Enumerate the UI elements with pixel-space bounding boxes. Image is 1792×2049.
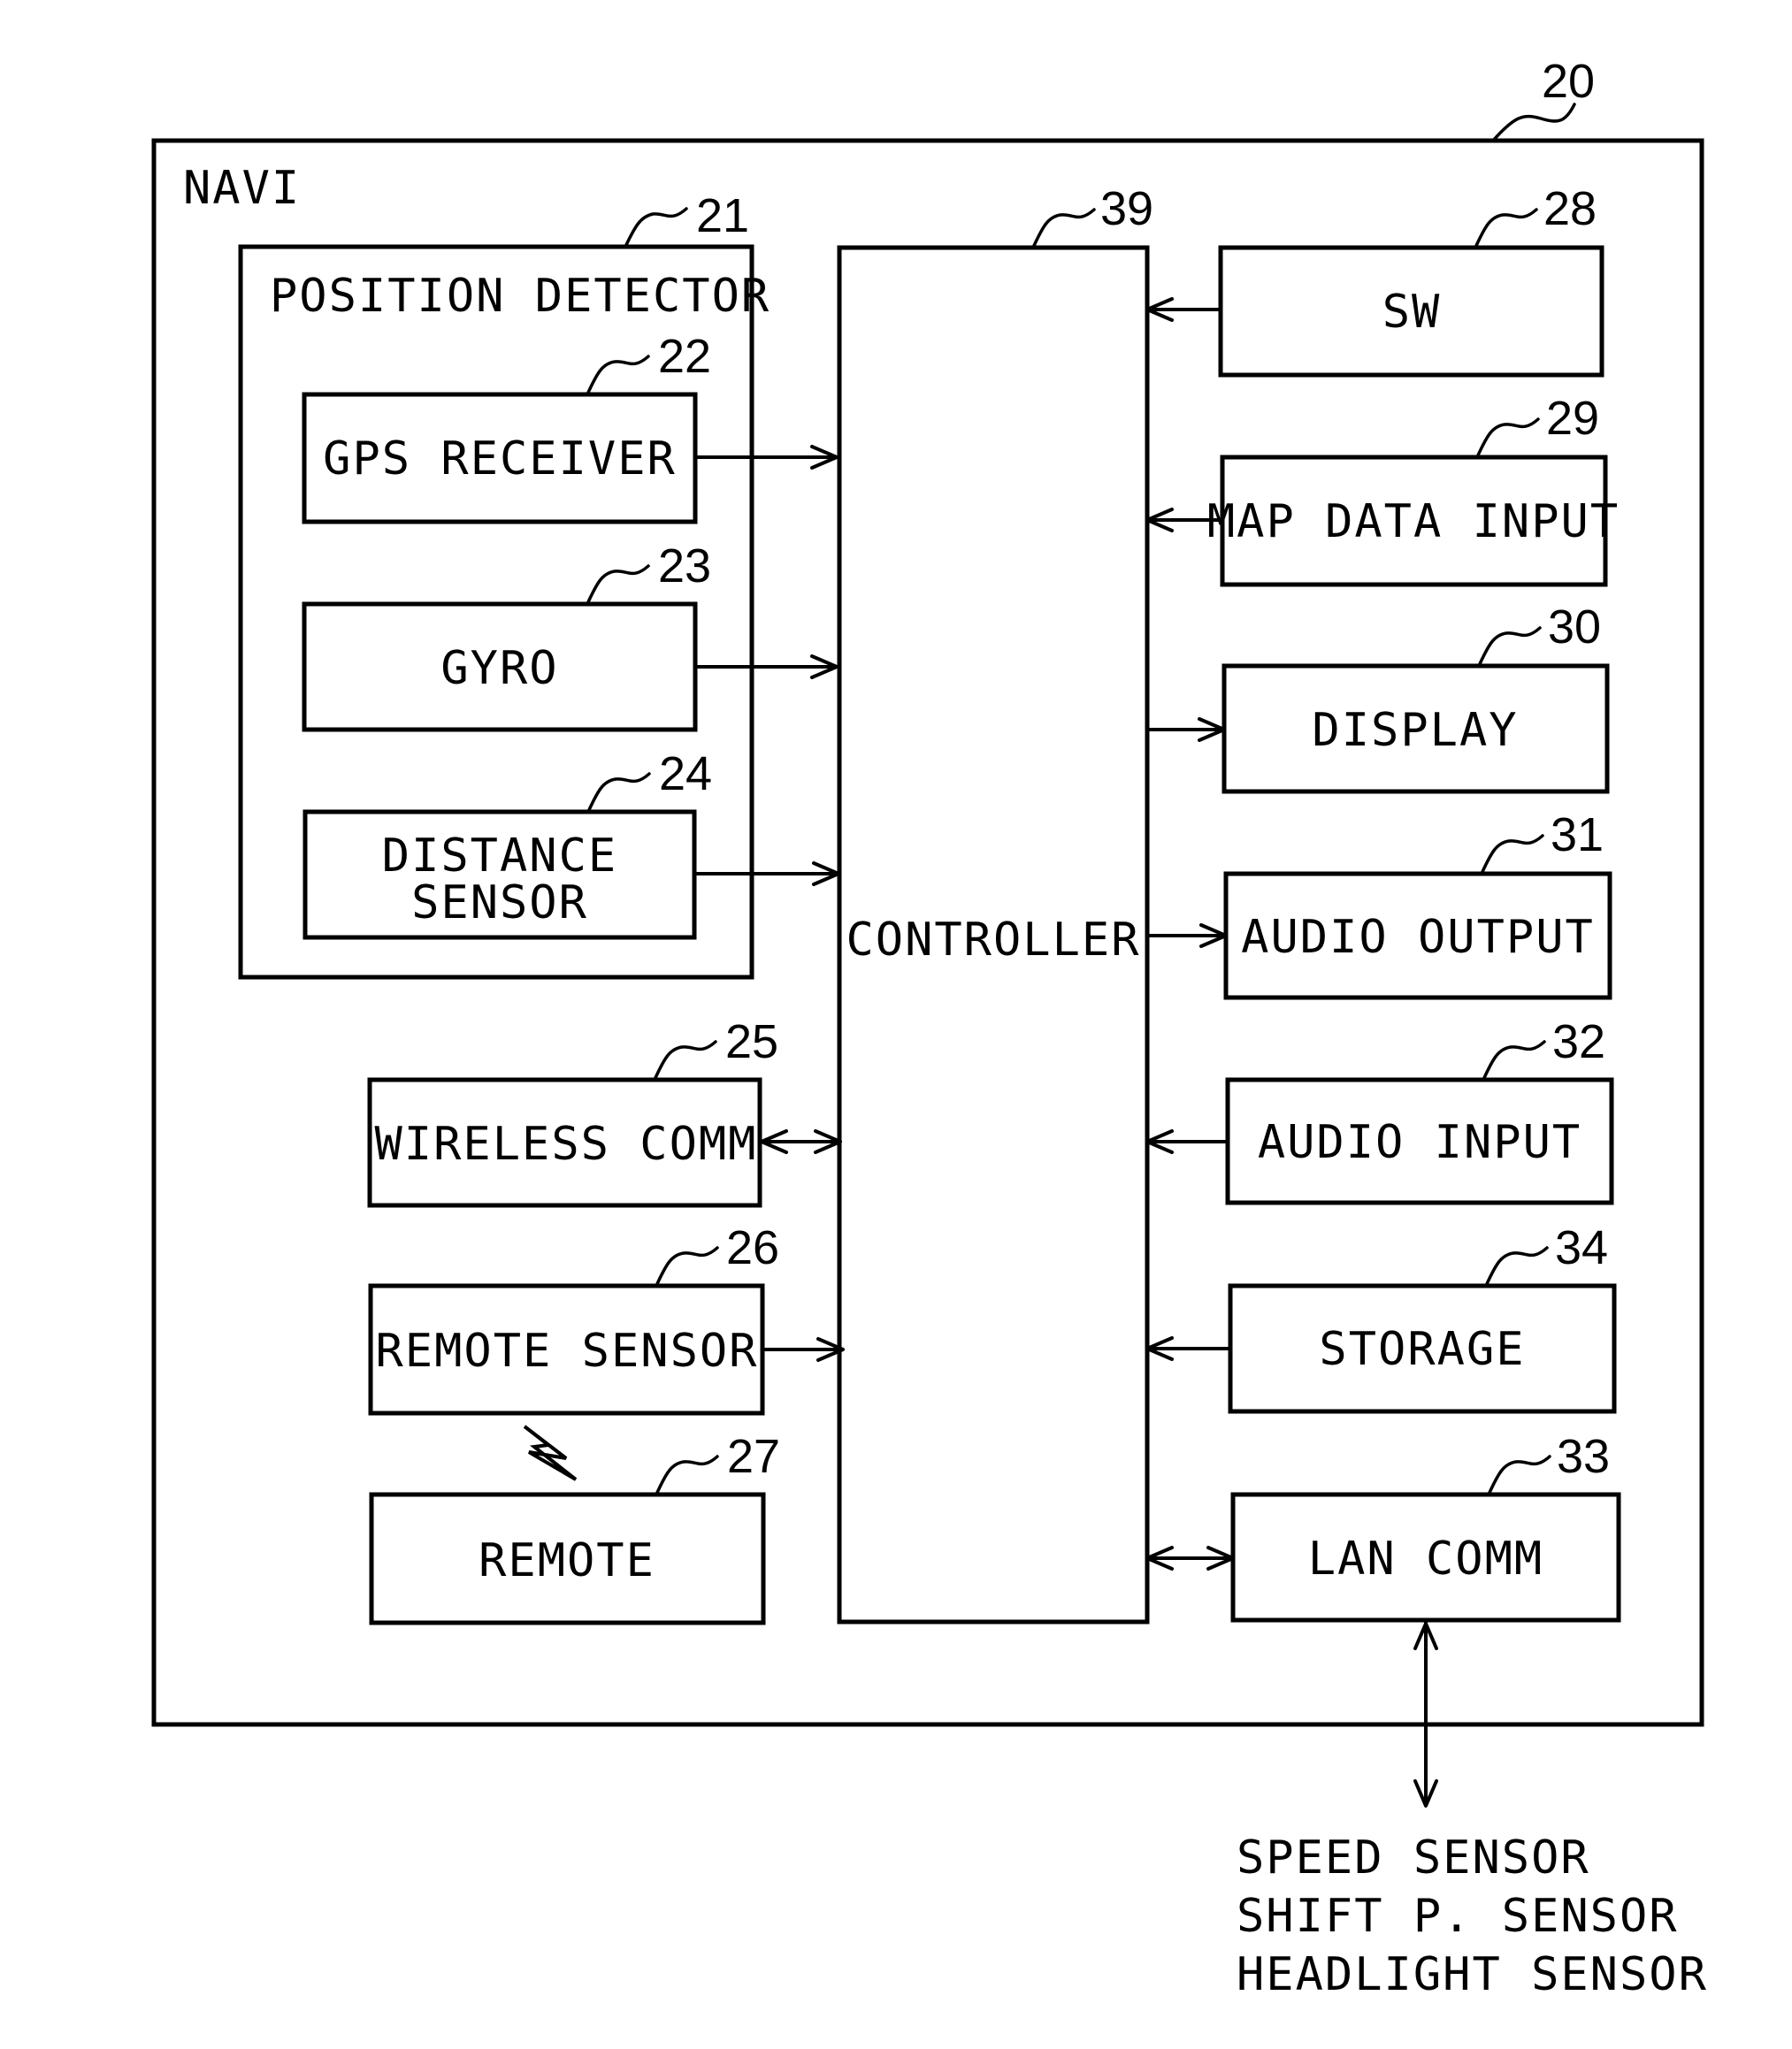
ref-number-26: 26 bbox=[726, 1221, 779, 1274]
display-block: DISPLAY 30 bbox=[1221, 600, 1610, 794]
storage-block: STORAGE 34 bbox=[1228, 1221, 1617, 1414]
remote-sensor-label: REMOTE SENSOR bbox=[376, 1325, 759, 1378]
audio-output-label: AUDIO OUTPUT bbox=[1241, 911, 1595, 964]
ref-number-39: 39 bbox=[1100, 182, 1153, 235]
ref-number-33: 33 bbox=[1557, 1430, 1610, 1483]
ref-number-25: 25 bbox=[725, 1015, 778, 1068]
arrow-controller-to-audio-output bbox=[1147, 923, 1228, 948]
ref-leader-21 bbox=[624, 207, 688, 248]
controller-block: CONTROLLER 39 bbox=[837, 182, 1153, 1625]
distance-sensor-label-line2: SENSOR bbox=[411, 876, 588, 929]
ref-number-21: 21 bbox=[696, 189, 749, 242]
position-detector-label: POSITION DETECTOR bbox=[270, 270, 770, 323]
ref-number-34: 34 bbox=[1555, 1221, 1608, 1274]
arrow-controller-to-display bbox=[1147, 717, 1226, 742]
arrow-lan-external-bidirectional bbox=[1413, 1621, 1438, 1808]
ref-leader-23 bbox=[586, 564, 650, 606]
controller-label: CONTROLLER bbox=[846, 914, 1140, 967]
external-sensor-list: SPEED SENSOR SHIFT P. SENSOR HEADLIGHT S… bbox=[1237, 1831, 1708, 2001]
ref-leader-39 bbox=[1031, 208, 1096, 249]
ref-leader-27 bbox=[655, 1455, 719, 1496]
external-sensor-item: SPEED SENSOR bbox=[1237, 1831, 1590, 1885]
ref-leader-28 bbox=[1474, 208, 1538, 249]
remote-block: REMOTE 27 bbox=[369, 1430, 780, 1625]
ref-number-30: 30 bbox=[1548, 600, 1601, 654]
ref-number-28: 28 bbox=[1543, 182, 1597, 235]
map-data-input-label: MAP DATA INPUT bbox=[1207, 495, 1620, 548]
ref-leader-29 bbox=[1475, 417, 1540, 459]
arrow-gyro-to-controller bbox=[695, 654, 839, 679]
arrow-storage-to-controller bbox=[1145, 1336, 1230, 1361]
ref-leader-32 bbox=[1482, 1040, 1546, 1082]
ref-number-29: 29 bbox=[1546, 392, 1599, 445]
sw-block: SW 28 bbox=[1218, 182, 1604, 378]
arrow-gps-to-controller bbox=[695, 445, 839, 470]
ref-number-31: 31 bbox=[1551, 808, 1604, 861]
ref-number-27: 27 bbox=[727, 1430, 780, 1483]
arrow-distance-to-controller bbox=[694, 861, 840, 886]
display-label: DISPLAY bbox=[1312, 704, 1518, 757]
arrow-remote-sensor-to-controller bbox=[762, 1337, 845, 1362]
distance-sensor-block: DISTANCE SENSOR 24 bbox=[302, 747, 712, 940]
gps-receiver-block: GPS RECEIVER 22 bbox=[302, 330, 711, 524]
wireless-comm-label: WIRELESS COMM bbox=[375, 1118, 758, 1171]
ref-number-24: 24 bbox=[659, 747, 712, 800]
ref-leader-34 bbox=[1484, 1246, 1549, 1288]
ref-number-32: 32 bbox=[1552, 1015, 1605, 1068]
arrow-lan-controller-bidirectional bbox=[1145, 1546, 1235, 1571]
audio-input-block: AUDIO INPUT 32 bbox=[1225, 1015, 1614, 1205]
ref-leader-30 bbox=[1477, 626, 1542, 668]
audio-input-label: AUDIO INPUT bbox=[1258, 1116, 1581, 1169]
wireless-comm-block: WIRELESS COMM 25 bbox=[367, 1015, 778, 1208]
audio-output-block: AUDIO OUTPUT 31 bbox=[1223, 808, 1612, 1000]
arrow-wireless-controller-bidirectional bbox=[760, 1129, 842, 1154]
external-sensor-item: HEADLIGHT SENSOR bbox=[1237, 1948, 1708, 2001]
remote-sensor-block: REMOTE SENSOR 26 bbox=[368, 1221, 779, 1416]
storage-label: STORAGE bbox=[1319, 1323, 1525, 1376]
ref-leader-33 bbox=[1487, 1455, 1551, 1496]
map-data-input-block: MAP DATA INPUT 29 bbox=[1207, 392, 1620, 587]
navi-label: NAVI bbox=[183, 162, 301, 215]
gyro-block: GYRO 23 bbox=[302, 539, 711, 732]
ref-leader-25 bbox=[653, 1040, 717, 1082]
ref-number-22: 22 bbox=[658, 330, 711, 383]
lan-comm-label: LAN COMM bbox=[1308, 1533, 1543, 1586]
arrow-sw-to-controller bbox=[1145, 297, 1221, 322]
ref-leader-26 bbox=[655, 1246, 719, 1288]
ref-leader-22 bbox=[586, 355, 650, 396]
ref-leader-24 bbox=[586, 772, 651, 814]
lightning-bolt-icon bbox=[523, 1425, 578, 1481]
ref-leader-20 bbox=[1491, 103, 1576, 142]
ref-number-20: 20 bbox=[1542, 55, 1595, 108]
navigation-block-diagram: NAVI 20 POSITION DETECTOR 21 GPS RECEIVE… bbox=[151, 55, 1708, 2001]
ref-number-23: 23 bbox=[658, 539, 711, 593]
distance-sensor-label-line1: DISTANCE bbox=[382, 830, 617, 883]
gps-receiver-label: GPS RECEIVER bbox=[323, 432, 677, 485]
gyro-label: GYRO bbox=[440, 642, 558, 695]
remote-label: REMOTE bbox=[479, 1534, 655, 1587]
ref-leader-31 bbox=[1480, 834, 1544, 875]
arrow-audio-input-to-controller bbox=[1145, 1129, 1228, 1154]
lan-comm-block: LAN COMM 33 bbox=[1230, 1430, 1621, 1623]
sw-label: SW bbox=[1382, 286, 1442, 339]
external-sensor-item: SHIFT P. SENSOR bbox=[1237, 1890, 1679, 1943]
